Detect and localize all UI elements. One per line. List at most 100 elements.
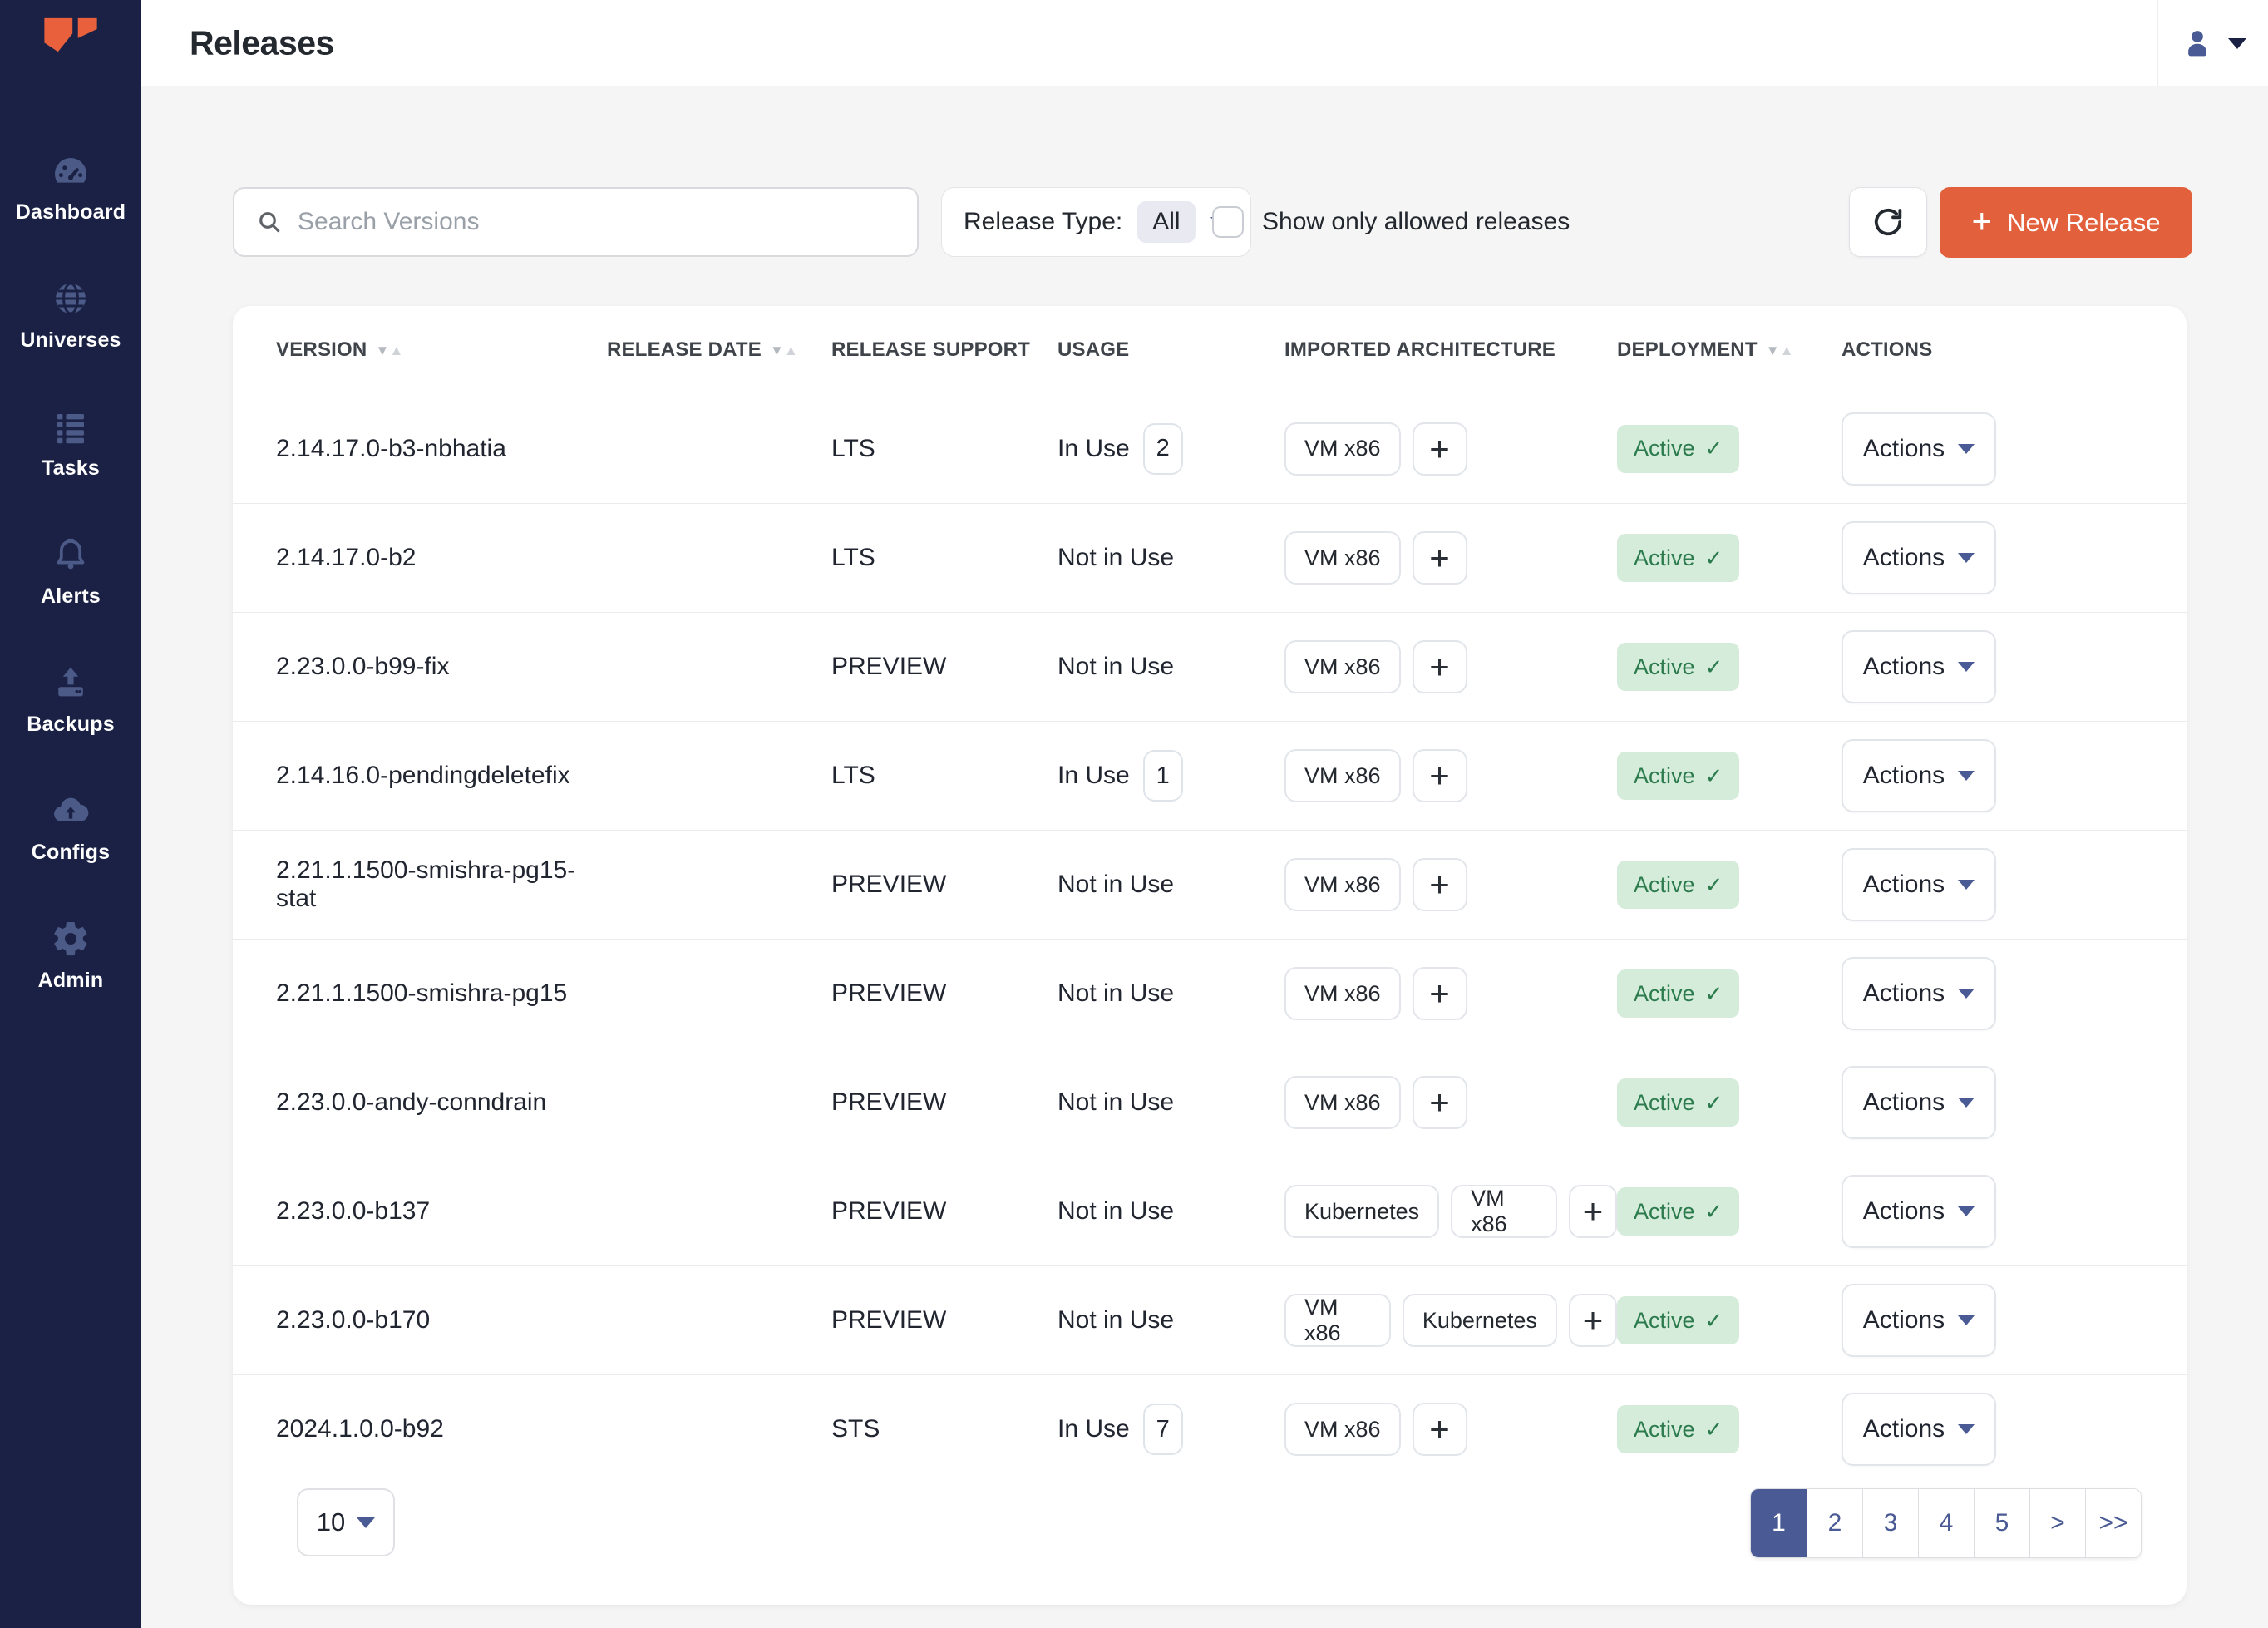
release-support-cell: STS	[831, 1415, 1058, 1443]
deployment-status-badge: Active✓	[1617, 1078, 1739, 1127]
usage-label: Not in Use	[1058, 1088, 1174, 1117]
cloud-upload-icon	[51, 791, 91, 831]
check-icon: ✓	[1705, 654, 1723, 680]
page-button-3[interactable]: 3	[1862, 1489, 1918, 1557]
user-avatar-icon	[2180, 26, 2215, 61]
column-header-label: USAGE	[1058, 338, 1129, 362]
upload-drive-icon	[51, 663, 91, 703]
add-architecture-button[interactable]: +	[1413, 967, 1467, 1020]
add-architecture-button[interactable]: +	[1413, 422, 1467, 476]
actions-button[interactable]: Actions	[1842, 1066, 1996, 1139]
sidebar-item-backups[interactable]: Backups	[0, 635, 141, 763]
next-page-button[interactable]: >	[2029, 1489, 2085, 1557]
chevron-down-icon	[1958, 662, 1975, 672]
chevron-down-icon	[1958, 1424, 1975, 1434]
deployment-cell: Active✓	[1617, 861, 1842, 909]
actions-button[interactable]: Actions	[1842, 1175, 1996, 1248]
column-header-label: IMPORTED ARCHITECTURE	[1284, 338, 1556, 362]
column-header-version[interactable]: VERSION▼▲	[276, 338, 607, 362]
table-row: 2.21.1.1500-smishra-pg15-statPREVIEWNot …	[233, 830, 2187, 939]
last-page-button[interactable]: >>	[2085, 1489, 2141, 1557]
add-architecture-button[interactable]: +	[1413, 531, 1467, 585]
sort-desc-icon: ▼	[770, 343, 784, 358]
chevron-down-icon	[2228, 38, 2246, 49]
show-allowed-checkbox[interactable]	[1212, 206, 1244, 238]
deployment-status-badge: Active✓	[1617, 1405, 1739, 1453]
sort-asc-icon: ▲	[1780, 343, 1794, 358]
page-button-1[interactable]: 1	[1751, 1489, 1807, 1557]
imported-architecture-cell: VM x86+	[1284, 640, 1617, 693]
sort-desc-icon: ▼	[375, 343, 389, 358]
add-architecture-button[interactable]: +	[1413, 858, 1467, 911]
architecture-chip: VM x86	[1284, 1076, 1401, 1129]
column-header-release-date[interactable]: RELEASE DATE▼▲	[607, 338, 831, 362]
actions-cell: Actions	[1842, 630, 2187, 703]
yugabyte-logo[interactable]	[41, 15, 101, 63]
chevron-down-icon	[1958, 1315, 1975, 1325]
add-architecture-button[interactable]: +	[1413, 640, 1467, 693]
add-architecture-button[interactable]: +	[1569, 1294, 1617, 1347]
add-architecture-button[interactable]: +	[1413, 749, 1467, 802]
actions-button[interactable]: Actions	[1842, 1393, 1996, 1466]
search-input[interactable]	[298, 208, 895, 236]
sidebar-item-dashboard[interactable]: Dashboard	[0, 123, 141, 251]
search-versions-box	[233, 187, 919, 257]
version-cell: 2.21.1.1500-smishra-pg15-stat	[276, 856, 607, 913]
new-release-button[interactable]: + New Release	[1940, 187, 2192, 258]
deployment-status-label: Active	[1634, 1308, 1695, 1334]
imported-architecture-cell: VM x86+	[1284, 1076, 1617, 1129]
usage-count-badge: 2	[1143, 423, 1183, 475]
deployment-status-badge: Active✓	[1617, 1296, 1739, 1344]
task-list-icon	[51, 407, 91, 446]
actions-cell: Actions	[1842, 412, 2187, 486]
actions-label: Actions	[1863, 1306, 1945, 1334]
sort-asc-icon: ▲	[389, 343, 403, 358]
actions-button[interactable]: Actions	[1842, 957, 1996, 1030]
actions-button[interactable]: Actions	[1842, 630, 1996, 703]
usage-cell: Not in Use	[1058, 979, 1284, 1008]
page-size-dropdown[interactable]: 10	[297, 1488, 395, 1556]
globe-icon	[51, 279, 91, 318]
sidebar-item-configs[interactable]: Configs	[0, 763, 141, 891]
actions-button[interactable]: Actions	[1842, 412, 1996, 486]
deployment-cell: Active✓	[1617, 1296, 1842, 1344]
column-header-deployment[interactable]: DEPLOYMENT▼▲	[1617, 338, 1842, 362]
usage-label: In Use	[1058, 435, 1130, 463]
user-menu-button[interactable]	[2157, 0, 2268, 86]
column-header-label: RELEASE DATE	[607, 338, 762, 362]
usage-cell: Not in Use	[1058, 1088, 1284, 1117]
release-support-cell: LTS	[831, 762, 1058, 790]
actions-button[interactable]: Actions	[1842, 1284, 1996, 1357]
refresh-button[interactable]	[1849, 187, 1927, 257]
usage-label: Not in Use	[1058, 979, 1174, 1008]
page-button-5[interactable]: 5	[1974, 1489, 2029, 1557]
sort-desc-icon: ▼	[1766, 343, 1780, 358]
release-type-dropdown[interactable]: Release Type: All	[941, 187, 1251, 257]
actions-cell: Actions	[1842, 1175, 2187, 1248]
deployment-status-label: Active	[1634, 1199, 1695, 1225]
page-button-2[interactable]: 2	[1807, 1489, 1862, 1557]
imported-architecture-cell: VM x86+	[1284, 749, 1617, 802]
actions-button[interactable]: Actions	[1842, 848, 1996, 921]
add-architecture-button[interactable]: +	[1413, 1076, 1467, 1129]
add-architecture-button[interactable]: +	[1569, 1185, 1617, 1238]
deployment-status-badge: Active✓	[1617, 1187, 1739, 1236]
table-row: 2.23.0.0-andy-conndrainPREVIEWNot in Use…	[233, 1048, 2187, 1157]
actions-button[interactable]: Actions	[1842, 739, 1996, 812]
show-allowed-label: Show only allowed releases	[1262, 208, 1570, 236]
sidebar-nav: Dashboard Universes Tasks	[0, 123, 141, 1019]
sidebar-item-label: Configs	[32, 841, 110, 865]
deployment-cell: Active✓	[1617, 1187, 1842, 1236]
check-icon: ✓	[1705, 981, 1723, 1007]
release-support-cell: PREVIEW	[831, 1197, 1058, 1226]
actions-label: Actions	[1863, 544, 1945, 572]
add-architecture-button[interactable]: +	[1413, 1403, 1467, 1456]
deployment-status-label: Active	[1634, 654, 1695, 680]
actions-button[interactable]: Actions	[1842, 521, 1996, 594]
page-button-4[interactable]: 4	[1918, 1489, 1974, 1557]
sidebar-item-tasks[interactable]: Tasks	[0, 379, 141, 507]
sidebar-item-alerts[interactable]: Alerts	[0, 507, 141, 635]
sidebar-item-universes[interactable]: Universes	[0, 251, 141, 379]
sidebar-item-admin[interactable]: Admin	[0, 891, 141, 1019]
deployment-cell: Active✓	[1617, 752, 1842, 800]
